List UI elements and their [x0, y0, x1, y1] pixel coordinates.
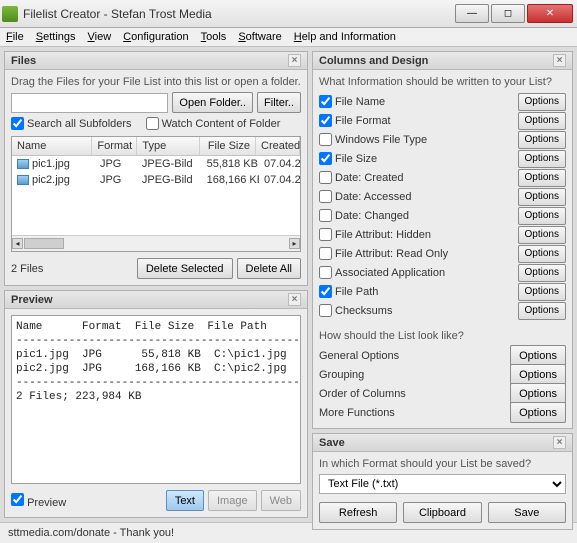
look-row-label: More Functions — [319, 407, 395, 419]
menu-configuration[interactable]: Configuration — [123, 31, 188, 43]
column-file-name-checkbox[interactable]: File Name — [319, 95, 385, 108]
look-row-label: Order of Columns — [319, 388, 406, 400]
files-hint: Drag the Files for your File List into t… — [11, 76, 301, 88]
close-icon[interactable]: × — [553, 436, 566, 449]
file-count: 2 Files — [11, 263, 43, 275]
options-button[interactable]: Options — [510, 364, 566, 385]
preview-panel-title: Preview — [11, 294, 53, 306]
columns-panel-title: Columns and Design — [319, 55, 428, 67]
options-button[interactable]: Options — [518, 93, 566, 111]
save-panel: Save × In which Format should your List … — [312, 433, 573, 530]
delete-selected-button[interactable]: Delete Selected — [137, 258, 233, 279]
column-associated-application-checkbox[interactable]: Associated Application — [319, 266, 445, 279]
search-subfolders-checkbox[interactable]: Search all Subfolders — [11, 117, 132, 130]
open-folder-button[interactable]: Open Folder.. — [172, 92, 253, 113]
options-button[interactable]: Options — [518, 283, 566, 301]
look-row-label: General Options — [319, 350, 399, 362]
look-hint: How should the List look like? — [319, 330, 566, 342]
window-title: Filelist Creator - Stefan Trost Media — [23, 7, 455, 21]
save-format-select[interactable]: Text File (*.txt) — [319, 474, 566, 494]
columns-panel: Columns and Design × What Information sh… — [312, 51, 573, 429]
column-date-accessed-checkbox[interactable]: Date: Accessed — [319, 190, 411, 203]
image-file-icon — [17, 159, 29, 169]
maximize-button[interactable]: ◻ — [491, 4, 525, 23]
menu-settings[interactable]: Settings — [36, 31, 76, 43]
watch-folder-checkbox[interactable]: Watch Content of Folder — [146, 117, 281, 130]
table-row[interactable]: pic1.jpgJPGJPEG-Bild55,818 KB07.04.20 — [12, 156, 300, 172]
minimize-button[interactable]: — — [455, 4, 489, 23]
preview-checkbox[interactable]: Preview — [11, 493, 66, 509]
options-button[interactable]: Options — [518, 112, 566, 130]
column-file-format-checkbox[interactable]: File Format — [319, 114, 391, 127]
column-file-attribut-hidden-checkbox[interactable]: File Attribut: Hidden — [319, 228, 431, 241]
menu-file[interactable]: File — [6, 31, 24, 43]
column-file-attribut-read-only-checkbox[interactable]: File Attribut: Read Only — [319, 247, 448, 260]
refresh-button[interactable]: Refresh — [319, 502, 397, 523]
close-icon[interactable]: × — [288, 54, 301, 67]
file-list-header: Name Format Type File Size Created — [12, 137, 300, 156]
options-button[interactable]: Options — [518, 264, 566, 282]
preview-text-button[interactable]: Text — [166, 490, 204, 511]
menu-view[interactable]: View — [88, 31, 112, 43]
scroll-left-icon[interactable]: ◂ — [12, 238, 23, 249]
scroll-thumb[interactable] — [24, 238, 64, 249]
files-panel-title: Files — [11, 55, 36, 67]
options-button[interactable]: Options — [518, 302, 566, 320]
filter-button[interactable]: Filter.. — [257, 92, 301, 113]
clipboard-button[interactable]: Clipboard — [403, 502, 481, 523]
options-button[interactable]: Options — [518, 169, 566, 187]
preview-panel: Preview × Name Format File Size File Pat… — [4, 290, 308, 518]
app-icon — [2, 6, 18, 22]
options-button[interactable]: Options — [510, 345, 566, 366]
column-date-changed-checkbox[interactable]: Date: Changed — [319, 209, 409, 222]
column-file-path-checkbox[interactable]: File Path — [319, 285, 378, 298]
image-file-icon — [17, 175, 29, 185]
menu-help-and-information[interactable]: Help and Information — [294, 31, 396, 43]
preview-web-button[interactable]: Web — [261, 490, 301, 511]
menu-tools[interactable]: Tools — [201, 31, 227, 43]
column-windows-file-type-checkbox[interactable]: Windows File Type — [319, 133, 427, 146]
close-button[interactable]: ✕ — [527, 4, 573, 23]
menu-software[interactable]: Software — [238, 31, 281, 43]
menu-bar: File Settings View Configuration Tools Softwa… — [0, 28, 577, 47]
options-button[interactable]: Options — [518, 207, 566, 225]
look-row-label: Grouping — [319, 369, 364, 381]
save-button[interactable]: Save — [488, 502, 566, 523]
file-list[interactable]: Name Format Type File Size Created pic1.… — [11, 136, 301, 252]
preview-text-area[interactable]: Name Format File Size File Path --------… — [11, 315, 301, 484]
scroll-right-icon[interactable]: ▸ — [289, 238, 300, 249]
close-icon[interactable]: × — [553, 54, 566, 67]
column-date-created-checkbox[interactable]: Date: Created — [319, 171, 403, 184]
options-button[interactable]: Options — [510, 383, 566, 404]
table-row[interactable]: pic2.jpgJPGJPEG-Bild168,166 KB07.04.20 — [12, 172, 300, 188]
column-checksums-checkbox[interactable]: Checksums — [319, 304, 392, 317]
column-file-size-checkbox[interactable]: File Size — [319, 152, 377, 165]
options-button[interactable]: Options — [518, 131, 566, 149]
options-button[interactable]: Options — [518, 188, 566, 206]
preview-image-button[interactable]: Image — [208, 490, 257, 511]
close-icon[interactable]: × — [288, 293, 301, 306]
columns-hint: What Information should be written to yo… — [319, 76, 566, 88]
save-panel-title: Save — [319, 437, 345, 449]
save-hint: In which Format should your List be save… — [319, 458, 566, 470]
options-button[interactable]: Options — [518, 150, 566, 168]
files-panel: Files × Drag the Files for your File Lis… — [4, 51, 308, 286]
options-button[interactable]: Options — [518, 245, 566, 263]
options-button[interactable]: Options — [518, 226, 566, 244]
delete-all-button[interactable]: Delete All — [237, 258, 301, 279]
horizontal-scrollbar[interactable]: ◂ ▸ — [12, 235, 300, 251]
title-bar: Filelist Creator - Stefan Trost Media — … — [0, 0, 577, 28]
folder-input[interactable] — [11, 93, 168, 113]
options-button[interactable]: Options — [510, 402, 566, 423]
